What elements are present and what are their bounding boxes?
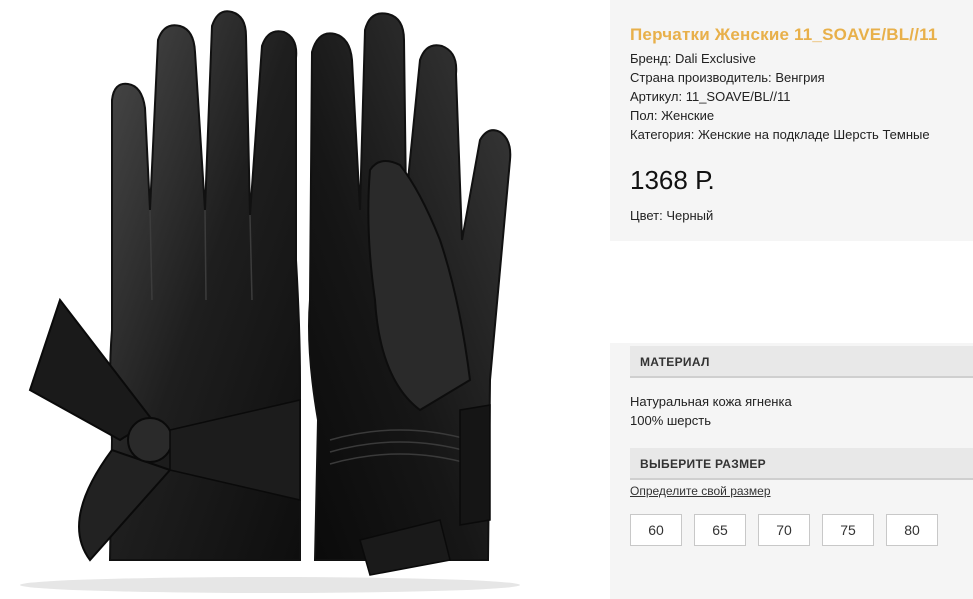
spec-label: Категория:	[630, 127, 695, 142]
options-panel: МАТЕРИАЛ Натуральная кожа ягненка 100% ш…	[610, 343, 973, 599]
spec-category: Категория: Женские на подкладе Шерсть Те…	[630, 127, 930, 142]
product-price: 1368 Р.	[630, 165, 715, 195]
size-guide-link[interactable]: Определите свой размер	[630, 484, 771, 498]
spec-brand: Бренд: Dali Exclusive	[630, 51, 756, 66]
material-header: МАТЕРИАЛ	[630, 346, 973, 378]
material-line: 100% шерсть	[630, 413, 711, 428]
color-label: Цвет:	[630, 208, 663, 223]
size-option-65[interactable]: 65	[694, 514, 746, 546]
spec-country: Страна производитель: Венгрия	[630, 70, 825, 85]
spec-gender: Пол: Женские	[630, 108, 714, 123]
size-option-60[interactable]: 60	[630, 514, 682, 546]
material-header-label: МАТЕРИАЛ	[640, 355, 710, 369]
size-option-80[interactable]: 80	[886, 514, 938, 546]
product-title: Перчатки Женские 11_SOAVE/BL//11	[630, 25, 938, 44]
size-header-label: ВЫБЕРИТЕ РАЗМЕР	[640, 457, 766, 471]
spec-label: Пол:	[630, 108, 658, 123]
spec-value: 11_SOAVE/BL//11	[685, 89, 791, 104]
gloves-icon	[20, 10, 520, 593]
size-option-70[interactable]: 70	[758, 514, 810, 546]
spec-value: Женские на подкладе Шерсть Темные	[698, 127, 930, 142]
spec-label: Бренд:	[630, 51, 672, 66]
size-header: ВЫБЕРИТЕ РАЗМЕР	[630, 448, 973, 480]
spec-value: Женские	[661, 108, 715, 123]
material-line: Натуральная кожа ягненка	[630, 394, 792, 409]
spec-label: Страна производитель:	[630, 70, 772, 85]
product-image	[0, 0, 610, 599]
product-info-panel: Перчатки Женские 11_SOAVE/BL//11 Бренд: …	[610, 0, 973, 241]
spec-label: Артикул:	[630, 89, 683, 104]
spec-article: Артикул: 11_SOAVE/BL//11	[630, 89, 791, 104]
size-option-75[interactable]: 75	[822, 514, 874, 546]
spec-value: Венгрия	[775, 70, 825, 85]
spec-value: Dali Exclusive	[675, 51, 756, 66]
product-color: Цвет: Черный	[630, 208, 713, 223]
color-value: Черный	[666, 208, 714, 223]
